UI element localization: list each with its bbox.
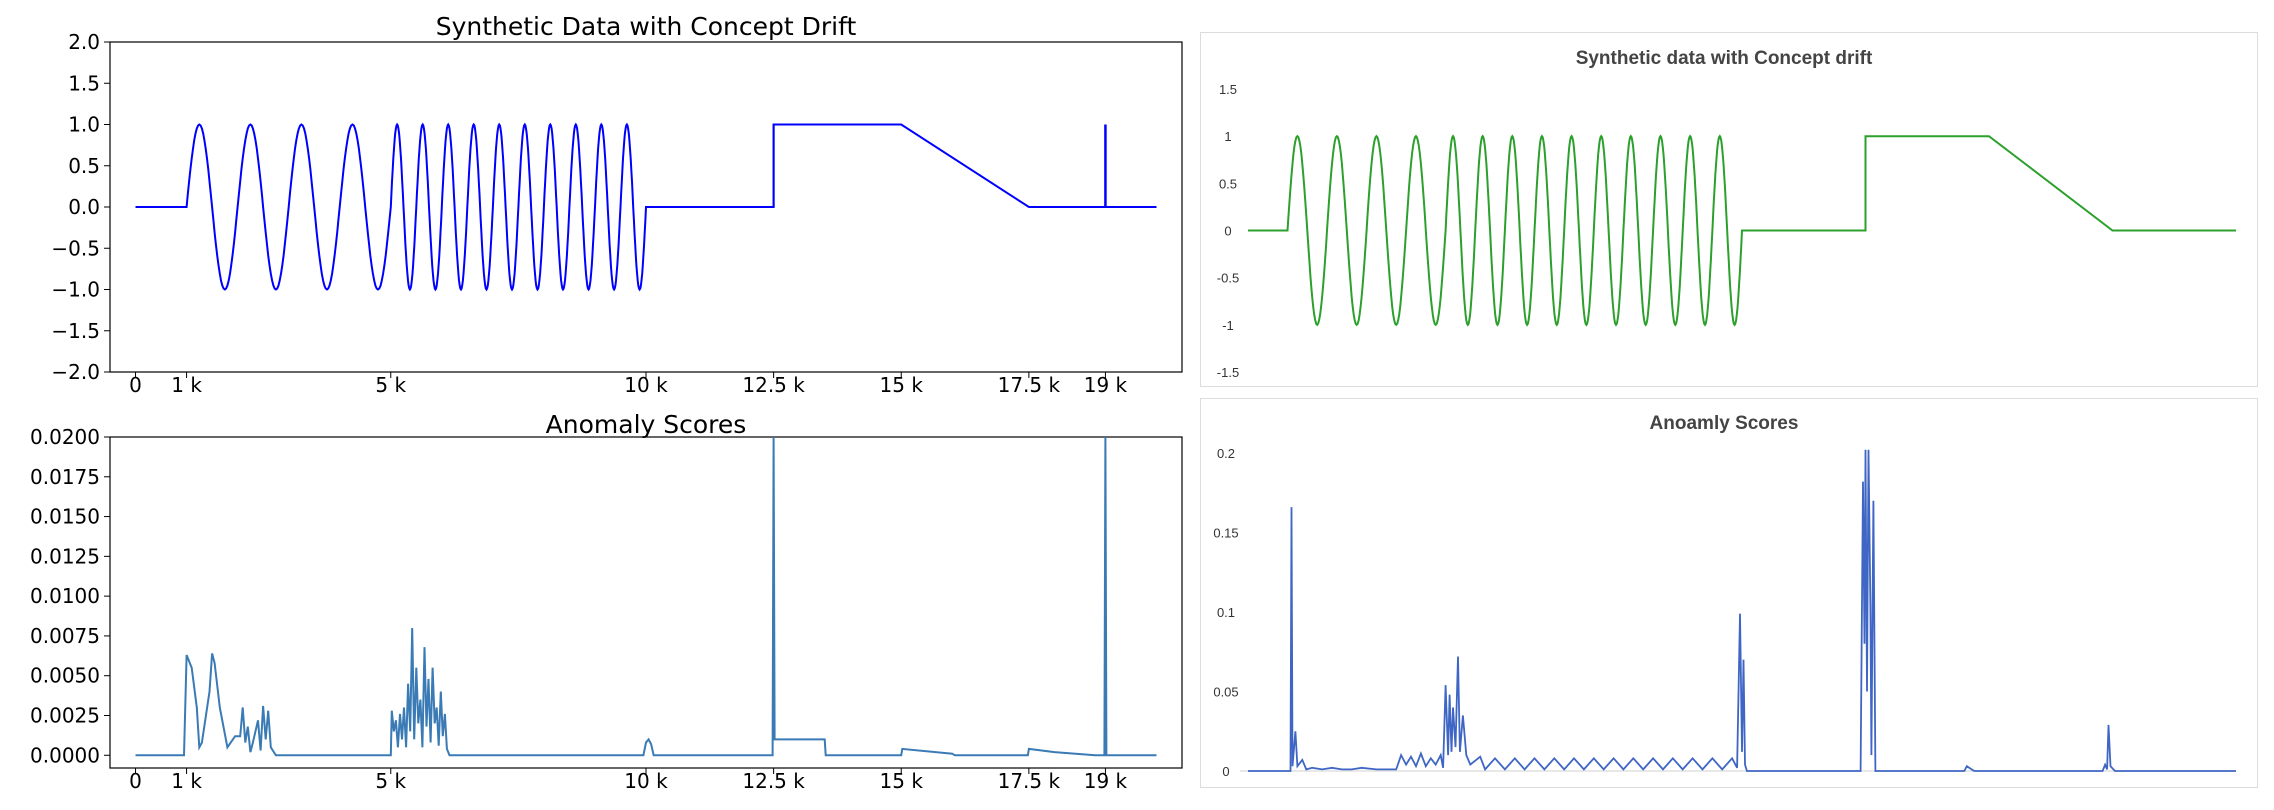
y-tick-label: -0.5 [1217,271,1239,286]
y-tick-label: 0.0050 [30,664,100,688]
y-tick-label: 0.0150 [30,505,100,529]
y-tick-label: −1.5 [51,319,100,343]
x-tick-label: 5 k [375,769,406,793]
chart-title-right-top: Synthetic data with Concept drift [1576,48,1873,69]
series-left-top [135,122,1157,292]
y-tick-label: 0.5 [68,154,100,178]
chart-title-right-bottom: Anoamly Scores [1650,413,1799,434]
y-tick-label: 0.1 [1217,605,1235,620]
y-tick-label: 0.0125 [30,544,100,568]
y-tick-label: 0.0200 [30,425,100,449]
y-tick-label: −0.5 [51,236,100,260]
x-tick-label: 1 k [171,373,202,397]
y-tick-labels-left-bottom: 0.0200 0.0175 0.0150 0.0125 0.0100 0.0075 0.00… [30,425,110,767]
y-tick-label: 0.0100 [30,584,100,608]
y-tick-label: 0 [1224,224,1231,239]
series-left-bottom [135,436,1157,757]
series-right-top [1248,134,2236,327]
y-tick-label: -1 [1222,318,1234,333]
x-tick-label: 19 k [1084,769,1128,793]
y-tick-label: 0.0 [68,195,100,219]
series-line [1248,449,2236,772]
y-tick-label: 0.0025 [30,703,100,727]
series-line [1248,134,2236,327]
x-tick-label: 1 k [171,769,202,793]
y-tick-label: -1.5 [1217,365,1239,380]
y-tick-label: 0.0175 [30,465,100,489]
chart-title-left-bottom: Anomaly Scores [546,410,747,439]
chart-right-bottom: Anoamly Scores 0.2 0.15 0.1 0.05 0 [1213,413,2236,779]
x-tick-labels-left-top: 0 1 k 5 k 10 k 12.5 k 15 k 17.5 k 19 k [129,372,1128,397]
chart-title-left-top: Synthetic Data with Concept Drift [436,12,857,41]
chart-right-top: Synthetic data with Concept drift 1.5 1 0.… [1217,48,2236,380]
dashboard-canvas: Synthetic Data with Concept Drift 2.0 1.5… [30,12,2236,793]
y-tick-label: 0 [1222,764,1229,779]
y-tick-label: −2.0 [51,360,100,384]
x-tick-label: 12.5 k [742,769,805,793]
y-tick-label: 1 [1224,129,1231,144]
series-right-bottom [1248,449,2236,772]
y-tick-label: 0.0000 [30,743,100,767]
x-tick-label: 12.5 k [742,373,805,397]
x-tick-label: 10 k [624,769,668,793]
y-tick-label: 0.2 [1217,446,1235,461]
y-tick-labels-right-top: 1.5 1 0.5 0 -0.5 -1 -1.5 [1217,82,1239,380]
x-tick-label: 5 k [375,373,406,397]
y-tick-label: 0.0075 [30,624,100,648]
x-tick-label: 15 k [880,769,924,793]
x-tick-labels-left-bottom: 0 1 k 5 k 10 k 12.5 k 15 k 17.5 k 19 k [129,768,1128,793]
y-tick-label: 0.5 [1219,176,1237,191]
x-tick-label: 0 [129,373,142,397]
y-tick-labels-left-top: 2.0 1.5 1.0 0.5 0.0 −0.5 −1.0 −1.5 −2.0 [51,30,110,384]
y-tick-label: 1.0 [68,113,100,137]
x-tick-label: 15 k [880,373,924,397]
x-tick-label: 0 [129,769,142,793]
y-tick-label: 1.5 [68,71,100,95]
series-line [135,122,1157,292]
y-tick-labels-right-bottom: 0.2 0.15 0.1 0.05 0 [1213,446,1238,779]
y-tick-label: 0.15 [1213,526,1238,541]
y-tick-label: 1.5 [1219,82,1237,97]
y-tick-label: 2.0 [68,30,100,54]
x-tick-label: 17.5 k [998,769,1061,793]
x-tick-label: 19 k [1084,373,1128,397]
series-line [135,436,1157,757]
y-tick-label: −1.0 [51,278,100,302]
plot-frame-left-bottom [109,436,1183,769]
chart-left-top: Synthetic Data with Concept Drift 2.0 1.5… [51,12,1183,397]
x-tick-label: 10 k [624,373,668,397]
x-tick-label: 17.5 k [998,373,1061,397]
y-tick-label: 0.05 [1213,685,1238,700]
chart-left-bottom: Anomaly Scores 0.02000.01750.01500.01250… [30,410,1183,793]
